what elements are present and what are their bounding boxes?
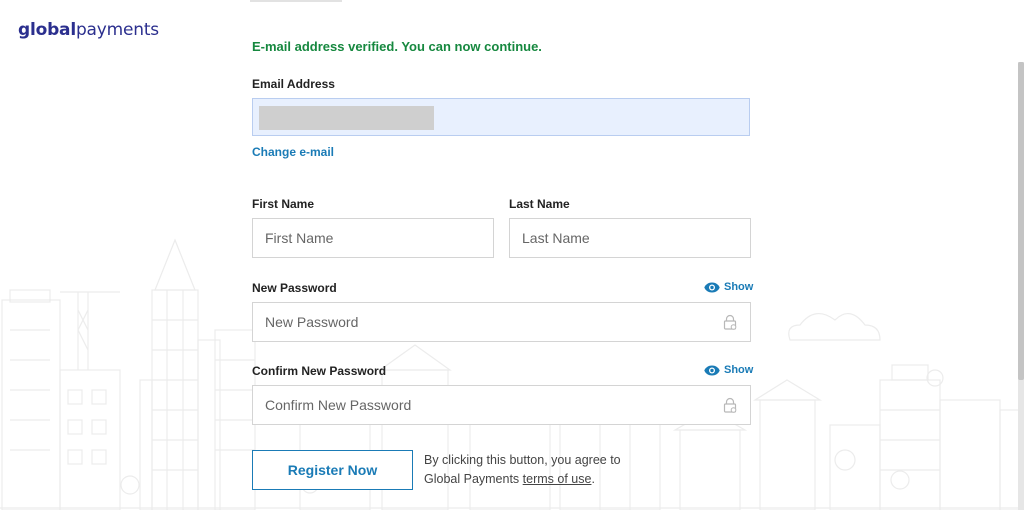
- change-email-link[interactable]: Change e-mail: [252, 145, 334, 159]
- terms-agreement-text: By clicking this button, you agree to Gl…: [424, 451, 654, 489]
- email-field[interactable]: [252, 98, 750, 136]
- lock-icon: [723, 314, 737, 330]
- agreement-suffix: .: [591, 472, 595, 486]
- page-scrollbar[interactable]: [1018, 62, 1024, 510]
- logo-wordmark-bold: global: [18, 20, 76, 40]
- email-value-redacted: [259, 106, 434, 130]
- lock-icon: [723, 397, 737, 413]
- last-name-input[interactable]: [509, 218, 751, 258]
- eye-icon: [704, 365, 720, 375]
- terms-of-use-link[interactable]: terms of use: [523, 472, 592, 486]
- register-now-button[interactable]: Register Now: [252, 450, 413, 490]
- email-verified-message: E-mail address verified. You can now con…: [252, 39, 542, 54]
- last-name-label: Last Name: [509, 197, 570, 211]
- email-label: Email Address: [252, 77, 335, 91]
- scrollbar-thumb[interactable]: [1018, 62, 1024, 380]
- show-confirm-password-toggle[interactable]: Show: [704, 364, 753, 376]
- show-new-password-toggle[interactable]: Show: [704, 281, 753, 293]
- confirm-password-label: Confirm New Password: [252, 364, 387, 378]
- first-name-input[interactable]: [252, 218, 494, 258]
- show-new-password-label: Show: [724, 281, 754, 293]
- global-payments-logo[interactable]: globalpayments: [18, 20, 159, 40]
- first-name-label: First Name: [252, 197, 315, 211]
- show-confirm-password-label: Show: [724, 364, 754, 376]
- new-password-label: New Password: [252, 281, 337, 295]
- eye-icon: [704, 282, 720, 292]
- new-password-input[interactable]: [252, 302, 751, 342]
- top-divider: [250, 0, 342, 2]
- logo-wordmark-light: payments: [75, 20, 159, 40]
- confirm-password-input[interactable]: [252, 385, 751, 425]
